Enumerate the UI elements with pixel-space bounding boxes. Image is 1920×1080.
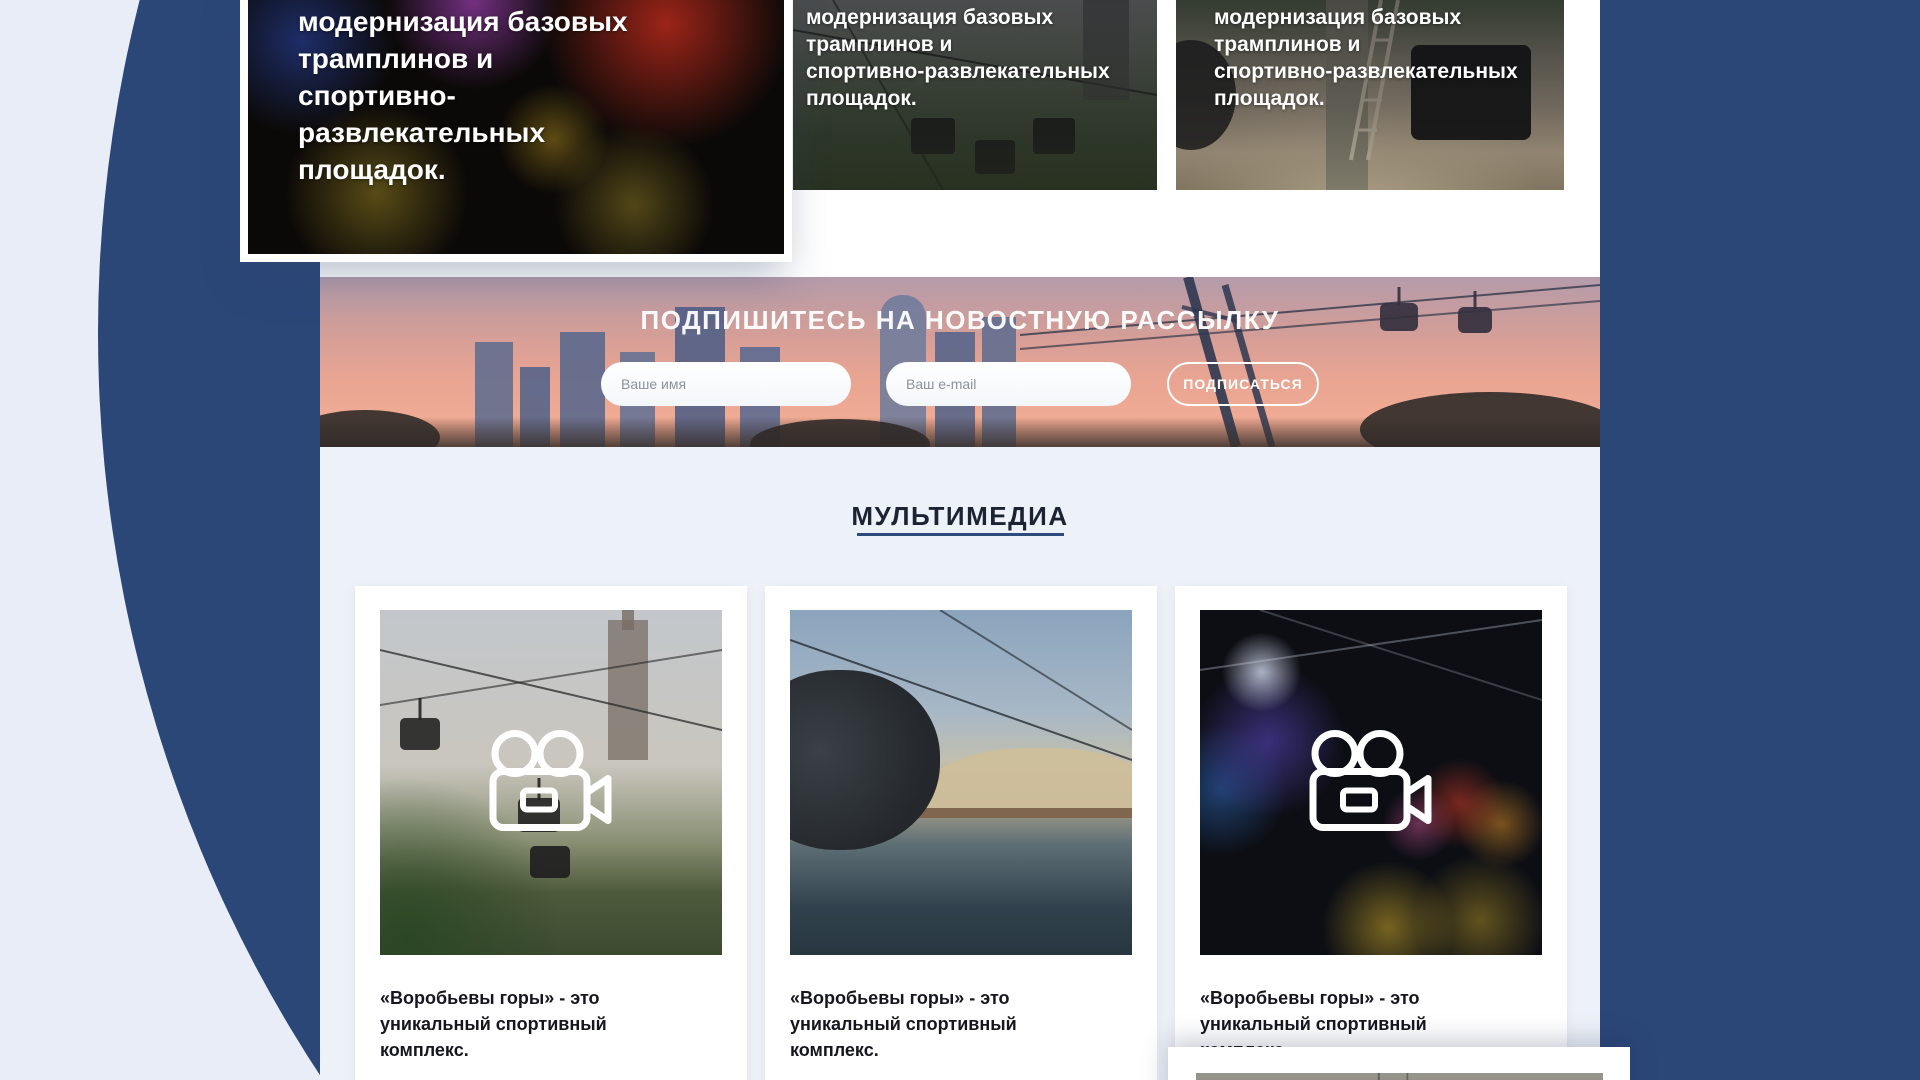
caption-line: уникальный спортивный	[790, 1011, 1130, 1037]
video-camera-icon	[489, 729, 613, 836]
multimedia-title-underline	[857, 533, 1064, 536]
multimedia-card-hovered-partial[interactable]	[1168, 1047, 1630, 1080]
newsletter-heading: ПОДПИШИТЕСЬ НА НОВОСТНУЮ РАССЫЛКУ	[320, 305, 1600, 336]
multimedia-thumbnail	[380, 610, 722, 955]
news-line: площадок.	[806, 85, 1136, 112]
name-input[interactable]	[601, 362, 851, 406]
caption-line: уникальный спортивный	[1200, 1011, 1540, 1037]
newsletter-banner: ПОДПИШИТЕСЬ НА НОВОСТНУЮ РАССЫЛКУ ПОДПИС…	[320, 277, 1600, 447]
news-line: модернизация базовых	[1214, 4, 1544, 31]
page: { "page": { "background_light": "#e9edf8…	[0, 0, 1920, 1080]
news-line: трамплинов и	[1214, 31, 1544, 58]
news-card-text: модернизация базовых трамплинов и спорти…	[298, 3, 698, 188]
newsletter-form: ПОДПИСАТЬСЯ	[601, 362, 1319, 406]
caption-line: комплекс.	[380, 1037, 720, 1063]
caption-line: «Воробьевы горы» - это	[790, 985, 1130, 1011]
news-line: площадок.	[1214, 85, 1544, 112]
page-content-column: модернизация базовых трамплинов и спорти…	[320, 0, 1600, 1080]
news-card-text: модернизация базовых трамплинов и спорти…	[806, 4, 1136, 112]
multimedia-card[interactable]: «Воробьевы горы» - это уникальный спорти…	[765, 586, 1157, 1080]
multimedia-thumbnail	[1200, 610, 1542, 955]
multimedia-thumbnail-partial	[1196, 1073, 1603, 1080]
subscribe-button[interactable]: ПОДПИСАТЬСЯ	[1167, 362, 1319, 406]
caption-line: «Воробьевы горы» - это	[380, 985, 720, 1011]
news-line: спортивно-развлекательных	[1214, 58, 1544, 85]
multimedia-card[interactable]: «Воробьевы горы» - это уникальный спорти…	[355, 586, 747, 1080]
news-line: трамплинов и	[806, 31, 1136, 58]
caption-line: «Воробьевы горы» - это	[1200, 985, 1540, 1011]
multimedia-thumbnail	[790, 610, 1132, 955]
news-card[interactable]: модернизация базовых трамплинов и спорти…	[793, 0, 1157, 190]
caption-line: комплекс.	[790, 1037, 1130, 1063]
news-line: модернизация базовых	[298, 3, 698, 40]
news-card-featured[interactable]: модернизация базовых трамплинов и спорти…	[240, 0, 792, 262]
news-card-text: модернизация базовых трамплинов и спорти…	[1214, 4, 1544, 112]
news-line: площадок.	[298, 151, 698, 188]
news-card-image-night: модернизация базовых трамплинов и спорти…	[248, 0, 784, 254]
multimedia-caption: «Воробьевы горы» - это уникальный спорти…	[790, 985, 1130, 1063]
multimedia-section: МУЛЬТИМЕДИА	[320, 447, 1600, 1080]
news-card[interactable]: модернизация базовых трамплинов и спорти…	[1176, 0, 1564, 190]
multimedia-section-title: МУЛЬТИМЕДИА	[320, 501, 1600, 532]
video-camera-icon	[1309, 729, 1433, 836]
multimedia-card[interactable]: «Воробьевы горы» - это уникальный спорти…	[1175, 586, 1567, 1080]
news-line: модернизация базовых	[806, 4, 1136, 31]
multimedia-caption: «Воробьевы горы» - это уникальный спорти…	[380, 985, 720, 1063]
news-line: спортивно-развлекательных	[298, 77, 698, 151]
email-input[interactable]	[886, 362, 1131, 406]
news-line: трамплинов и	[298, 40, 698, 77]
news-line: спортивно-развлекательных	[806, 58, 1136, 85]
caption-line: уникальный спортивный	[380, 1011, 720, 1037]
